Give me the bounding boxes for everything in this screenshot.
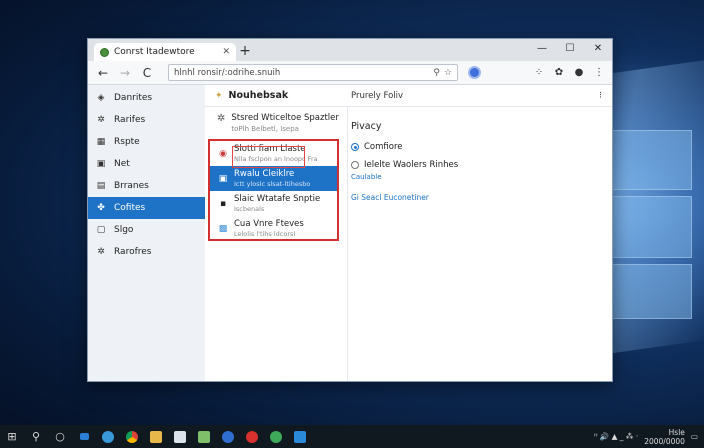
wallpaper-window-pane — [612, 264, 692, 319]
more-options-icon[interactable]: ⁝ — [599, 91, 602, 101]
address-bar[interactable]: hlnhl ronsir/:odrihe.snuih ⚲ ☆ — [168, 64, 458, 81]
reload-button[interactable]: C — [138, 64, 156, 82]
selection-highlight-box — [232, 146, 305, 168]
feature-item[interactable]: ✲ Stsred Wticeltoe Spaztler toPlh Belbet… — [205, 107, 347, 137]
extension-icon[interactable]: ⚲ — [433, 68, 440, 78]
sidebar-item-label: Rarifes — [114, 115, 146, 125]
settings-icon[interactable] — [216, 425, 240, 448]
wallpaper-window-pane — [612, 196, 692, 258]
page-body: ◈ Danrites ✲ Rarifes ▦ Rspte ▣ Net ▤ Brr… — [88, 85, 612, 381]
star-icon[interactable]: ☆ — [444, 68, 452, 78]
maximize-button[interactable]: ☐ — [556, 39, 584, 61]
grid-icon: ▤ — [96, 181, 106, 191]
tab-title: Conrst Itadewtore — [114, 47, 195, 57]
tab-favicon-icon — [100, 47, 109, 57]
cortana-icon[interactable]: ○ — [48, 425, 72, 448]
search-icon[interactable]: ⚲ — [24, 425, 48, 448]
tab-close-icon[interactable]: ✕ — [222, 47, 230, 57]
radio-label: Ielelte Waolers Rinhes — [364, 160, 459, 170]
sidebar-item-label: Brranes — [114, 181, 149, 191]
tray-icons[interactable]: ᴴ 🔊 ▲ _ ⁂ · — [594, 432, 638, 441]
window-controls: — ☐ ✕ — [528, 39, 612, 61]
privacy-heading: Pivacy — [351, 121, 382, 132]
box-icon: ▣ — [96, 159, 106, 169]
puzzle-icon: ✤ — [97, 203, 105, 213]
browser-toolbar: ← → C hlnhl ronsir/:odrihe.snuih ⚲ ☆ ⁘ ✿… — [88, 61, 612, 85]
settings-link[interactable]: Gi Seacl Euconetiner — [351, 193, 612, 202]
gear-icon: ✲ — [97, 115, 105, 125]
chat-icon[interactable] — [264, 425, 288, 448]
profile-avatar-icon[interactable] — [468, 66, 481, 79]
sidebar-item-net[interactable]: ▣ Net — [88, 153, 205, 175]
sidebar-item-label: Rspte — [114, 137, 140, 147]
feature-title: Stsred Wticeltoe Spaztler — [231, 113, 339, 123]
system-tray: ᴴ 🔊 ▲ _ ⁂ · Hsle 2000/0000 ▭ — [594, 428, 704, 446]
radio-unselected-icon[interactable] — [351, 161, 359, 169]
sidebar-item-label: Rarofres — [114, 247, 152, 257]
account-icon[interactable]: ● — [572, 67, 586, 78]
url-text: hlnhl ronsir/:odrihe.snuih — [174, 67, 281, 78]
privacy-panel: Pivacy Comfiore Ielelte Waolers Rinhes C… — [351, 107, 612, 381]
clock-time: Hsle — [668, 427, 685, 437]
feature-gear-icon: ✲ — [217, 113, 226, 124]
radio-option-comfiore[interactable]: Comfiore — [351, 142, 612, 152]
settings-gear-icon[interactable]: ✿ — [552, 67, 566, 78]
forward-button[interactable]: → — [116, 64, 134, 82]
sidebar-item-cofites[interactable]: ✤ Cofites — [88, 197, 205, 219]
folder-icon[interactable] — [144, 425, 168, 448]
page-subtitle: Prurely Foliv — [351, 90, 404, 101]
browser-window: Conrst Itadewtore ✕ + — ☐ ✕ ← → C hlnhl … — [87, 38, 613, 382]
radio-selected-icon[interactable] — [351, 143, 359, 151]
sidebar-item-label: Net — [114, 159, 130, 169]
sidebar-item-label: Cofites — [114, 203, 146, 213]
settings-sidebar: ◈ Danrites ✲ Rarifes ▦ Rspte ▣ Net ▤ Brr… — [88, 85, 205, 381]
tab-strip: Conrst Itadewtore ✕ + — ☐ ✕ — [88, 39, 612, 61]
sidebar-item-slgo[interactable]: ▢ Slgo — [88, 219, 205, 241]
browser-tab[interactable]: Conrst Itadewtore ✕ — [94, 43, 236, 61]
new-tab-button[interactable]: + — [236, 43, 254, 61]
notepad-icon[interactable] — [192, 425, 216, 448]
clock-date: 2000/0000 — [644, 436, 685, 446]
clock[interactable]: Hsle 2000/0000 — [644, 428, 685, 446]
opera-icon[interactable] — [240, 425, 264, 448]
sidebar-item-label: Danrites — [114, 93, 153, 103]
sidebar-item-rarofres[interactable]: ✲ Rarofres — [88, 241, 205, 263]
tile-icon: ▦ — [96, 137, 106, 147]
radio-option-ielelte[interactable]: Ielelte Waolers Rinhes — [351, 160, 612, 170]
toolbar-actions: ⁘ ✿ ● ⋮ — [532, 67, 606, 78]
wallpaper-window-pane — [612, 130, 692, 190]
close-window-button[interactable]: ✕ — [584, 39, 612, 61]
feature-list: ✲ Stsred Wticeltoe Spaztler toPlh Belbet… — [205, 107, 348, 381]
option-helper-text: Caulable — [351, 173, 382, 181]
notification-icon[interactable]: ▭ — [691, 432, 698, 441]
sparkle-icon: ✦ — [215, 90, 223, 101]
back-button[interactable]: ← — [94, 64, 112, 82]
menu-kebab-icon[interactable]: ⋮ — [592, 67, 606, 78]
minimize-button[interactable]: — — [528, 39, 556, 61]
app-icon[interactable] — [288, 425, 312, 448]
content-header: ✦ Nouhebsak Prurely Foliv ⁝ — [205, 85, 612, 107]
feature-subtitle: toPlh Belbetl, Isepa — [231, 125, 299, 133]
edge-icon[interactable] — [96, 425, 120, 448]
photos-icon[interactable] — [168, 425, 192, 448]
sidebar-item-rarifes[interactable]: ✲ Rarifes — [88, 109, 205, 131]
start-icon[interactable]: ⊞ — [0, 425, 24, 448]
diamond-icon: ◈ — [97, 93, 105, 103]
sidebar-item-danrites[interactable]: ◈ Danrites — [88, 87, 205, 109]
extensions-icon[interactable]: ⁘ — [532, 67, 546, 78]
gear-icon: ✲ — [97, 247, 105, 257]
doc-icon: ▢ — [96, 225, 106, 235]
radio-label: Comfiore — [364, 142, 403, 152]
page-title: Nouhebsak — [228, 90, 289, 101]
main-content: ✦ Nouhebsak Prurely Foliv ⁝ ✲ Stsred Wti… — [205, 85, 612, 381]
sidebar-item-rspte[interactable]: ▦ Rspte — [88, 131, 205, 153]
sidebar-item-brranes[interactable]: ▤ Brranes — [88, 175, 205, 197]
sidebar-item-label: Slgo — [114, 225, 134, 235]
task-view-icon[interactable] — [72, 425, 96, 448]
taskbar: ⊞ ⚲ ○ ᴴ 🔊 ▲ _ ⁂ · Hsle 2000/0000 ▭ — [0, 425, 704, 448]
chrome-icon[interactable] — [120, 425, 144, 448]
